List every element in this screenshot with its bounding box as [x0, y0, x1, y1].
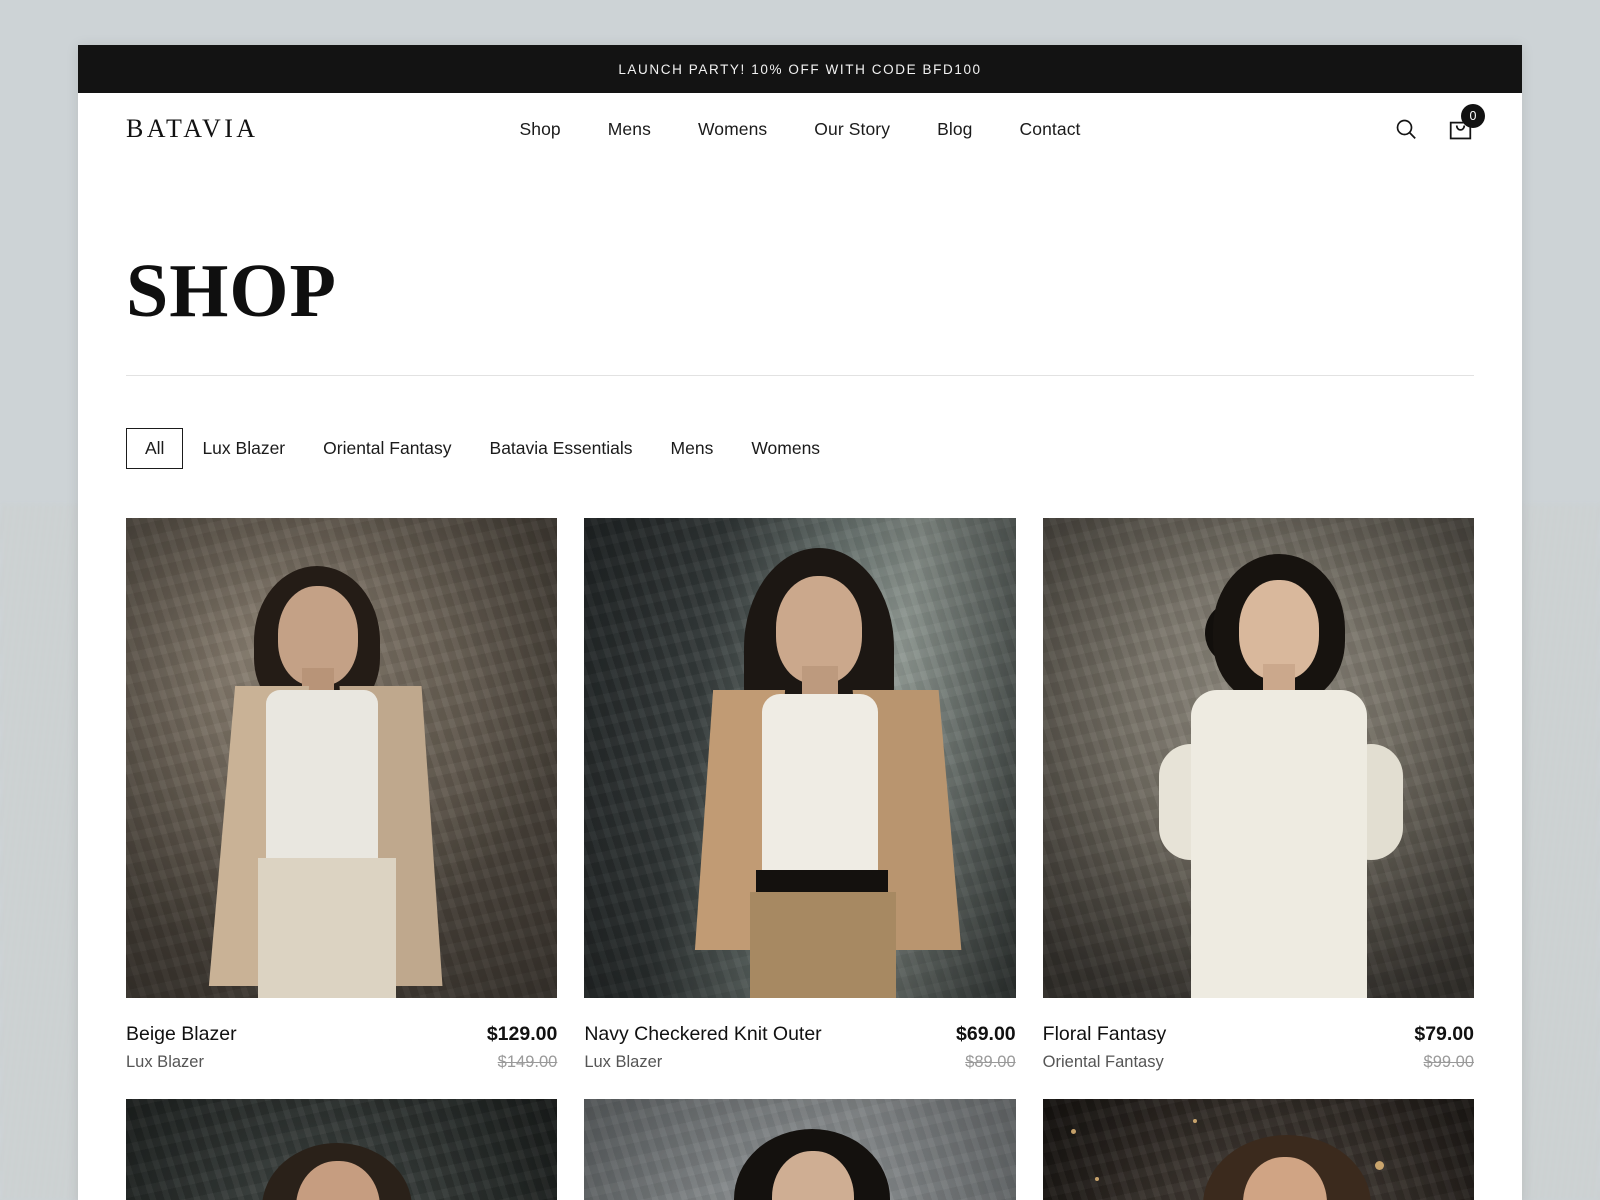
product-info: Floral Fantasy Oriental Fantasy $79.00 $… [1043, 998, 1474, 1077]
cart-button[interactable]: 0 [1446, 104, 1485, 143]
header-actions: 0 [1392, 104, 1485, 143]
product-name: Beige Blazer [126, 1023, 237, 1045]
product-category: Lux Blazer [584, 1053, 663, 1072]
product-category: Lux Blazer [126, 1053, 204, 1072]
product-image[interactable] [1042, 1099, 1474, 1200]
product-compare-price: $99.00 [1423, 1053, 1474, 1072]
nav-item-mens[interactable]: Mens [608, 119, 651, 140]
product-price: $69.00 [956, 1023, 1016, 1045]
product-card[interactable]: Floral Fantasy Oriental Fantasy $79.00 $… [1042, 518, 1474, 1077]
product-info: Beige Blazer Lux Blazer $129.00 $149.00 [126, 998, 557, 1077]
cart-count-badge: 0 [1461, 104, 1485, 128]
main-navigation: Shop Mens Womens Our Story Blog Contact [78, 119, 1522, 140]
nav-item-contact[interactable]: Contact [1020, 119, 1081, 140]
product-image[interactable] [1042, 518, 1474, 998]
announcement-text: LAUNCH PARTY! 10% OFF WITH CODE BFD100 [618, 61, 982, 77]
site-container: LAUNCH PARTY! 10% OFF WITH CODE BFD100 B… [78, 45, 1522, 1200]
announcement-bar[interactable]: LAUNCH PARTY! 10% OFF WITH CODE BFD100 [78, 45, 1522, 93]
nav-item-shop[interactable]: Shop [519, 119, 560, 140]
product-card[interactable] [1042, 1099, 1474, 1200]
nav-item-womens[interactable]: Womens [698, 119, 767, 140]
product-name: Navy Checkered Knit Outer [584, 1023, 822, 1045]
page-heading-section: SHOP [78, 165, 1522, 376]
product-compare-price: $89.00 [965, 1053, 1016, 1072]
product-card[interactable]: Navy Checkered Knit Outer Lux Blazer $69… [584, 518, 1016, 1077]
product-card[interactable] [584, 1099, 1016, 1200]
filter-mens[interactable]: Mens [652, 428, 733, 469]
nav-item-blog[interactable]: Blog [937, 119, 972, 140]
product-image[interactable] [584, 1099, 1016, 1200]
product-card[interactable]: Beige Blazer Lux Blazer $129.00 $149.00 [126, 518, 558, 1077]
product-compare-price: $149.00 [497, 1053, 558, 1072]
product-image[interactable] [584, 518, 1016, 998]
filter-lux-blazer[interactable]: Lux Blazer [183, 428, 304, 469]
product-name: Floral Fantasy [1042, 1023, 1167, 1045]
nav-item-our-story[interactable]: Our Story [814, 119, 890, 140]
product-card[interactable] [126, 1099, 558, 1200]
filter-all[interactable]: All [126, 428, 184, 469]
product-image[interactable] [126, 518, 558, 998]
product-info: Navy Checkered Knit Outer Lux Blazer $69… [584, 998, 1015, 1077]
filter-batavia-essentials[interactable]: Batavia Essentials [471, 428, 652, 469]
search-button[interactable] [1392, 115, 1420, 143]
product-grid: Beige Blazer Lux Blazer $129.00 $149.00 [78, 469, 1522, 1200]
search-icon [1396, 119, 1416, 139]
filter-oriental-fantasy[interactable]: Oriental Fantasy [304, 428, 470, 469]
brand-logo[interactable]: BATAVIA [126, 114, 258, 144]
collection-filter-bar: All Lux Blazer Oriental Fantasy Batavia … [78, 376, 1522, 469]
product-price: $129.00 [486, 1023, 558, 1045]
product-category: Oriental Fantasy [1042, 1053, 1164, 1072]
page-title: SHOP [126, 249, 337, 333]
product-price: $79.00 [1414, 1023, 1474, 1045]
filter-womens[interactable]: Womens [732, 428, 839, 469]
site-header: BATAVIA Shop Mens Womens Our Story Blog … [78, 93, 1522, 165]
product-image[interactable] [126, 1099, 558, 1200]
